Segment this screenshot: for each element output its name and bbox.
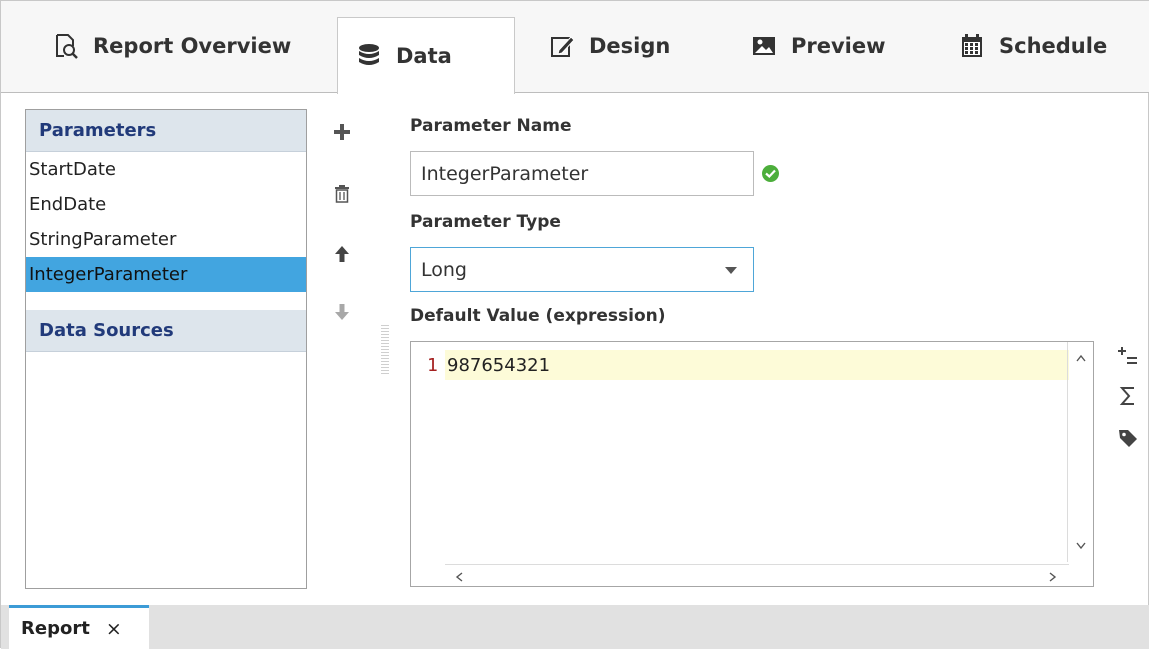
valid-check-icon <box>762 165 779 182</box>
data-sources-header[interactable]: Data Sources <box>26 310 306 352</box>
tab-label: Report Overview <box>93 34 292 58</box>
add-parameter-button[interactable] <box>327 119 357 149</box>
database-icon <box>356 43 382 69</box>
insert-tag-button[interactable] <box>1113 425 1143 455</box>
workspace-tab-bar: Report × <box>1 605 1149 649</box>
sigma-icon <box>1118 385 1138 412</box>
scroll-down-icon[interactable] <box>1076 538 1086 554</box>
tab-report-overview[interactable]: Report Overview <box>35 15 309 77</box>
tag-icon <box>1117 427 1139 454</box>
parameter-name-label: Parameter Name <box>410 116 572 136</box>
parameter-item-stringparameter[interactable]: StringParameter <box>26 222 306 257</box>
resize-grip[interactable] <box>381 325 389 375</box>
tab-data[interactable]: Data <box>337 17 515 94</box>
trash-icon <box>334 185 350 207</box>
parameter-name-value: IntegerParameter <box>421 162 589 185</box>
vertical-scrollbar[interactable] <box>1067 342 1093 562</box>
default-value-label: Default Value (expression) <box>410 306 666 326</box>
parameter-item-startdate[interactable]: StartDate <box>26 152 306 187</box>
tab-label: Design <box>589 34 671 58</box>
code-line[interactable]: 987654321 <box>445 350 1069 380</box>
code-text: 987654321 <box>447 354 551 376</box>
expression-editor[interactable]: 1 987654321 <box>410 341 1094 587</box>
horizontal-scrollbar[interactable] <box>445 564 1069 586</box>
scroll-right-icon[interactable] <box>1049 570 1057 586</box>
plus-icon <box>333 123 351 145</box>
parameter-type-value: Long <box>421 258 467 281</box>
line-number: 1 <box>427 355 438 376</box>
move-up-button[interactable] <box>327 241 357 271</box>
parameter-item-enddate[interactable]: EndDate <box>26 187 306 222</box>
parameter-item-integerparameter[interactable]: IntegerParameter <box>26 257 306 292</box>
report-tab-label: Report <box>21 618 90 639</box>
image-preview-icon <box>751 33 777 59</box>
report-workspace: Report Overview Data Design Preview Sche… <box>0 0 1149 649</box>
parameter-name-input[interactable]: IntegerParameter <box>410 151 754 196</box>
tab-label: Schedule <box>999 34 1108 58</box>
chevron-down-icon <box>725 267 737 274</box>
arrow-down-icon <box>334 303 350 325</box>
calendar-icon <box>959 33 985 59</box>
tab-schedule[interactable]: Schedule <box>941 15 1125 77</box>
insert-function-button[interactable] <box>1113 383 1143 413</box>
tab-preview[interactable]: Preview <box>733 15 904 77</box>
line-number-gutter: 1 <box>411 342 445 586</box>
close-icon[interactable]: × <box>106 618 122 640</box>
parameters-header[interactable]: Parameters <box>26 110 306 152</box>
scroll-left-icon[interactable] <box>455 570 463 586</box>
delete-parameter-button[interactable] <box>327 181 357 211</box>
insert-property-button[interactable] <box>1113 343 1143 373</box>
report-workspace-tab[interactable]: Report × <box>9 605 149 649</box>
tab-label: Preview <box>791 34 886 58</box>
arrow-up-icon <box>334 245 350 267</box>
report-overview-icon <box>53 33 79 59</box>
tab-design[interactable]: Design <box>531 15 688 77</box>
tab-label: Data <box>396 44 452 68</box>
parameter-type-label: Parameter Type <box>410 212 561 232</box>
design-edit-icon <box>549 33 575 59</box>
scroll-up-icon[interactable] <box>1076 350 1086 366</box>
data-tree-panel: Parameters StartDate EndDate StringParam… <box>25 109 307 589</box>
report-tab-bar: Report Overview Data Design Preview Sche… <box>1 1 1149 94</box>
move-down-button[interactable] <box>327 299 357 329</box>
parameter-type-dropdown[interactable]: Long <box>410 247 754 292</box>
add-equals-icon <box>1117 345 1139 372</box>
